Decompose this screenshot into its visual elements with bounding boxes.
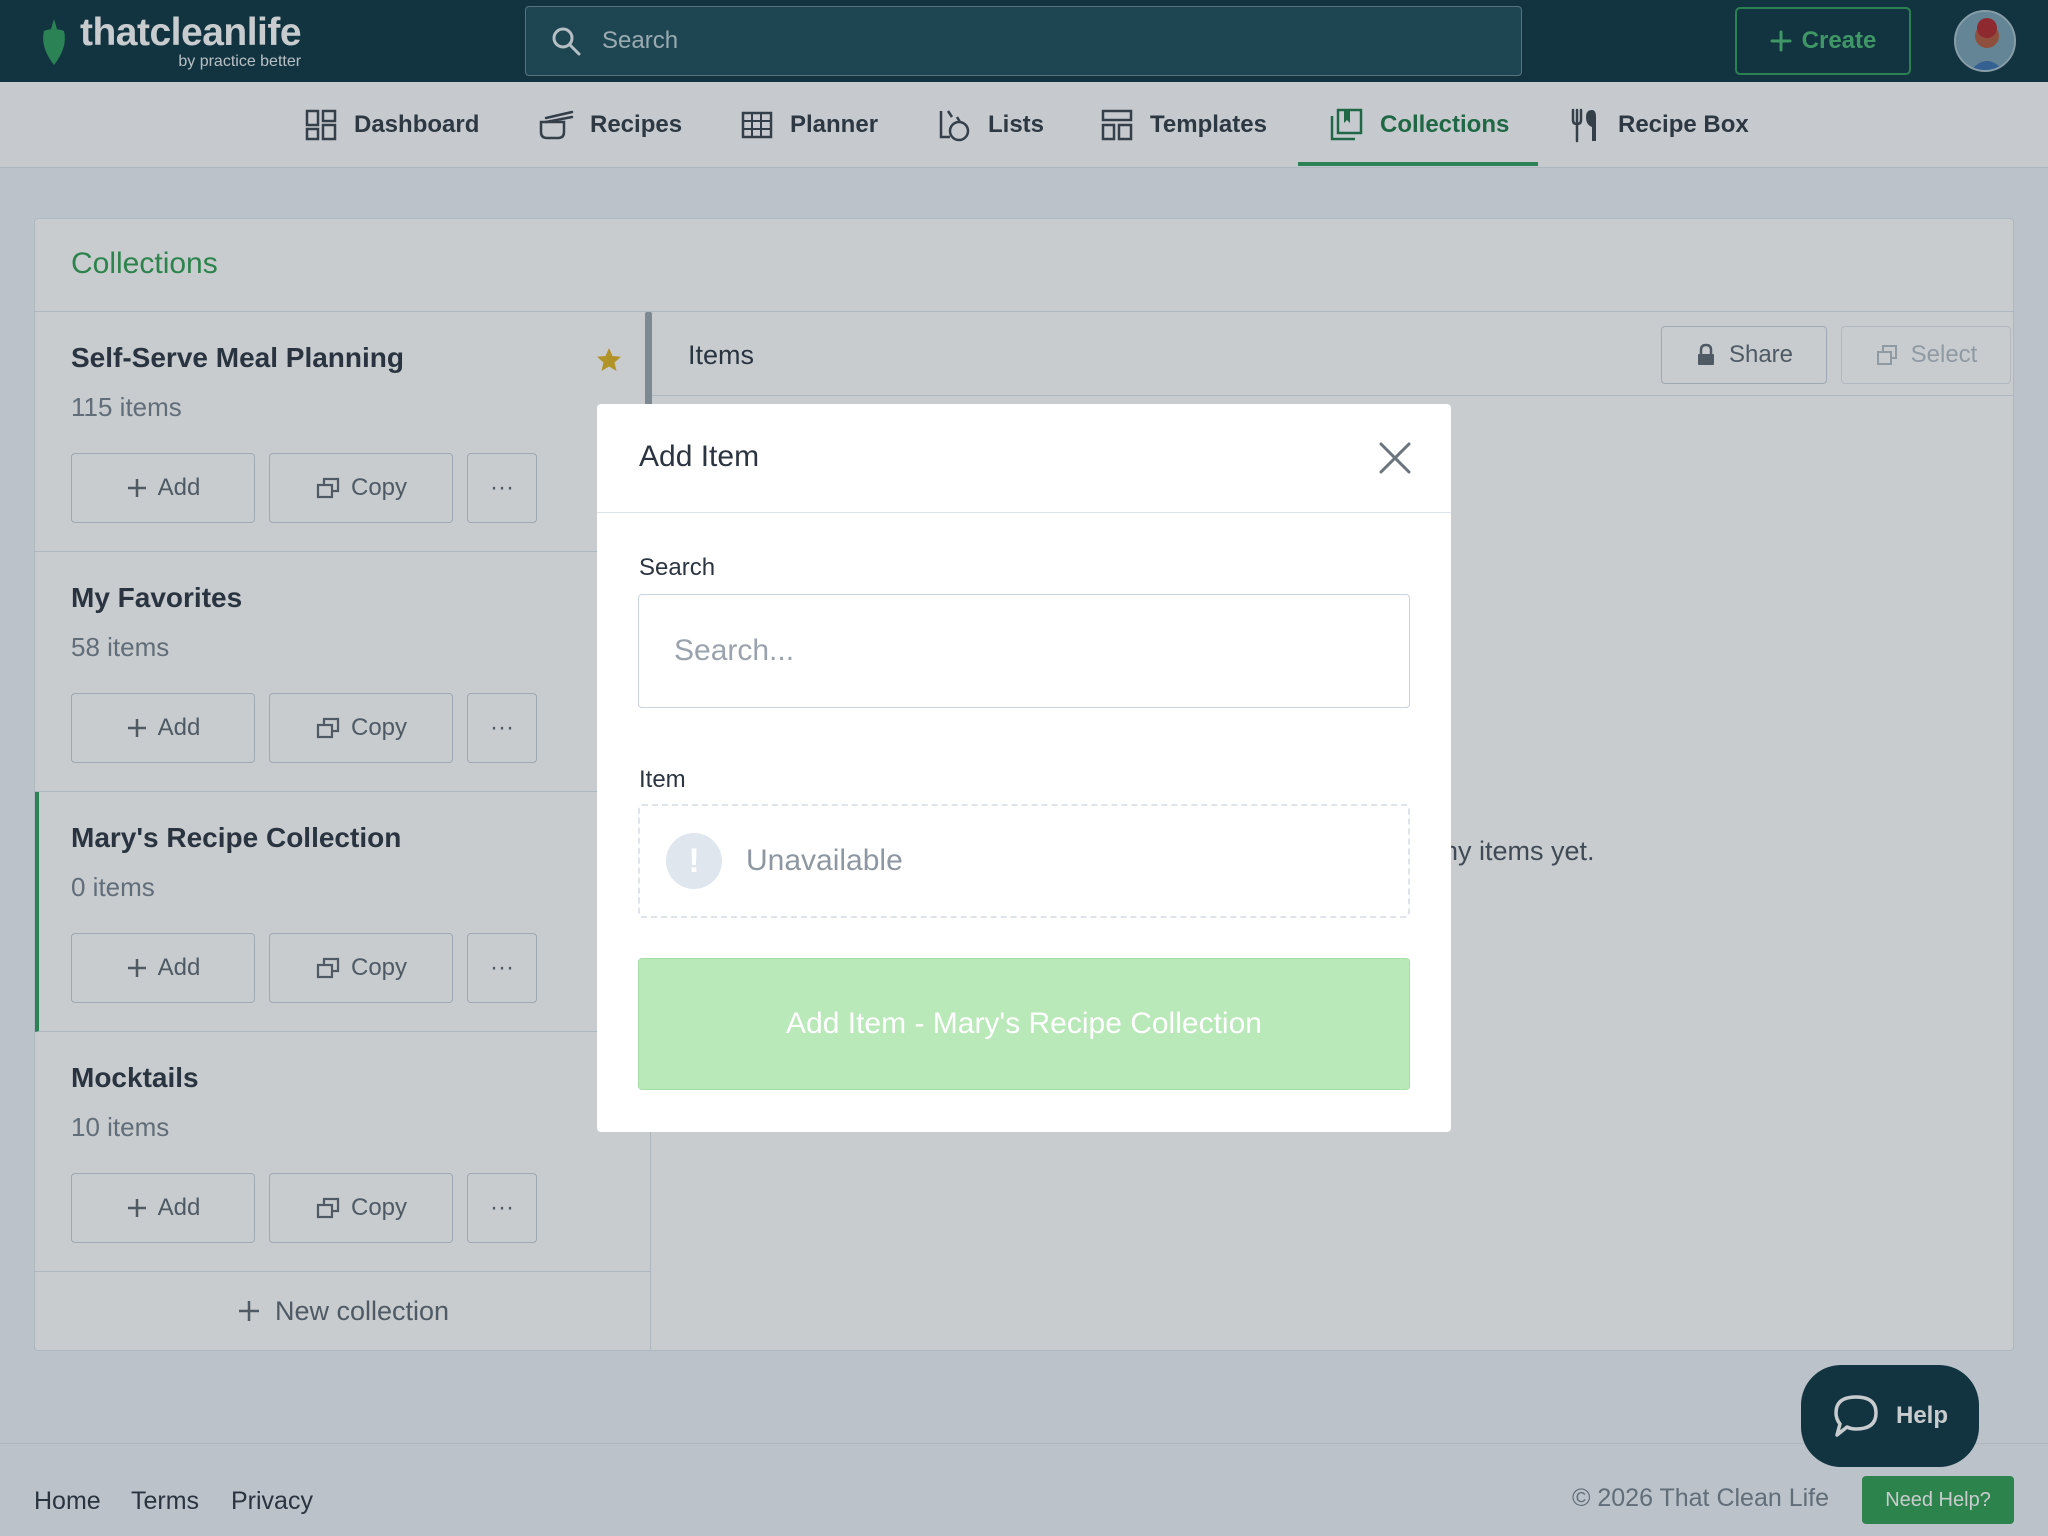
modal-title: Add Item [639,440,760,473]
add-item-modal: Add Item Search Item ! Unavailable Add I… [597,404,1451,1132]
modal-divider [597,512,1451,513]
item-search-input[interactable] [638,594,1410,708]
item-status-text: Unavailable [746,844,903,877]
close-icon[interactable] [1375,438,1415,478]
add-item-submit-button[interactable]: Add Item - Mary's Recipe Collection [638,958,1410,1090]
warning-icon: ! [666,833,722,889]
item-drop-zone: ! Unavailable [638,804,1410,918]
item-field-label: Item [639,766,686,793]
search-field-label: Search [639,554,716,581]
